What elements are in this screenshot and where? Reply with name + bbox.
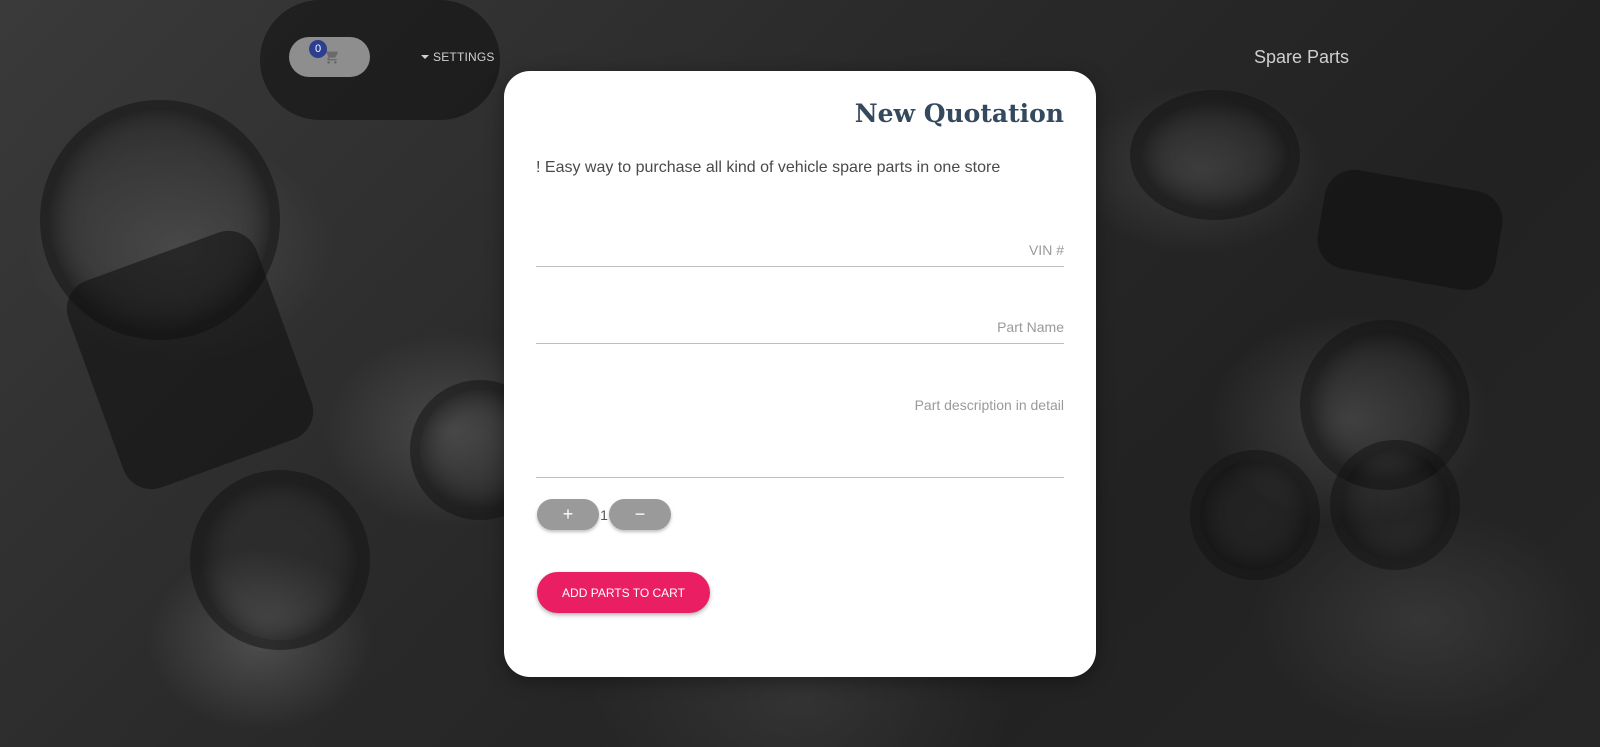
part-name-field	[536, 310, 1064, 344]
brand-link[interactable]: Spare Parts	[1254, 47, 1349, 68]
bg-part	[1312, 165, 1508, 295]
cart-button[interactable]: 0	[289, 37, 370, 77]
part-description-textarea[interactable]	[536, 389, 1064, 477]
description-field	[536, 389, 1064, 478]
part-name-input[interactable]	[536, 310, 1064, 343]
quantity-stepper: + 1 −	[537, 499, 671, 530]
card-subtitle: ! Easy way to purchase all kind of vehic…	[536, 159, 1001, 176]
vin-input[interactable]	[536, 233, 1064, 266]
settings-dropdown[interactable]: SETTINGS	[421, 50, 495, 64]
increment-button[interactable]: +	[537, 499, 599, 530]
bg-part	[1330, 440, 1460, 570]
vin-field	[536, 233, 1064, 267]
bg-part	[1130, 90, 1300, 220]
settings-label: SETTINGS	[433, 50, 495, 64]
card-title: New Quotation	[854, 99, 1064, 128]
bg-part	[1190, 450, 1320, 580]
quotation-card: New Quotation ! Easy way to purchase all…	[504, 71, 1096, 677]
bg-part	[190, 470, 370, 650]
decrement-button[interactable]: −	[609, 499, 671, 530]
quantity-value: 1	[600, 506, 608, 523]
caret-down-icon	[421, 55, 429, 59]
cart-count-badge: 0	[309, 40, 327, 58]
add-parts-to-cart-button[interactable]: ADD PARTS TO CART	[537, 572, 710, 613]
